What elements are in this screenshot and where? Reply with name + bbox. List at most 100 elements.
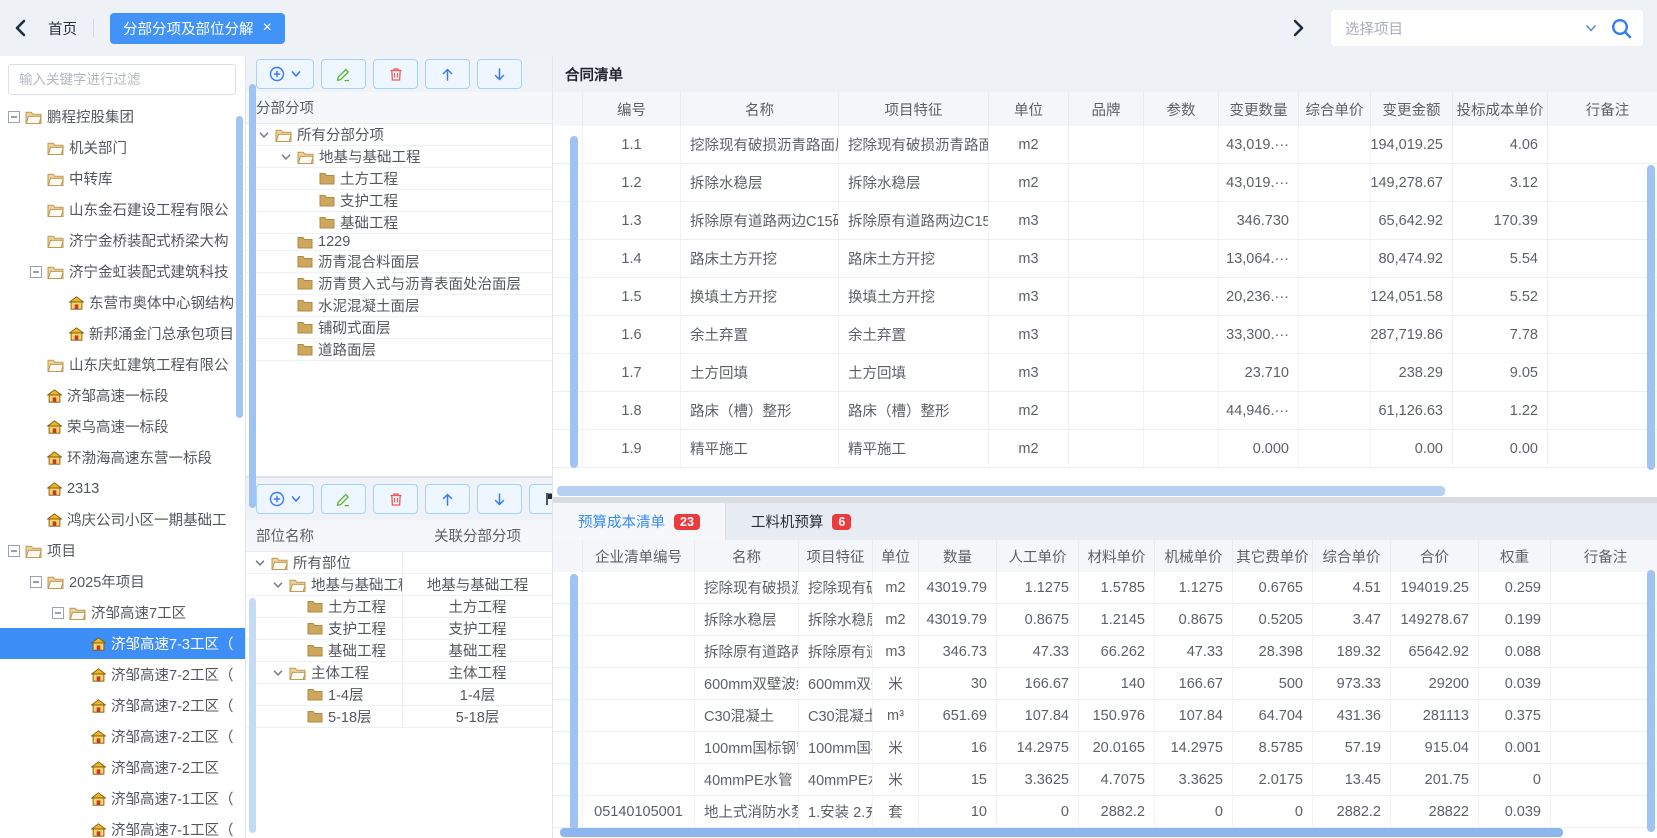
row-gutter-cell[interactable] (553, 668, 583, 699)
contract-cell[interactable] (1299, 278, 1371, 315)
budget-cell[interactable]: 0 (1155, 796, 1233, 827)
budget-cell[interactable]: 43019.79 (919, 604, 997, 635)
contract-cell[interactable]: m3 (989, 278, 1069, 315)
contract-row[interactable]: 1.7土方回填土方回填m323.710238.299.05 (553, 354, 1657, 392)
budget-cell[interactable]: 166.67 (1155, 668, 1233, 699)
move-down-button[interactable] (477, 59, 522, 89)
tree-item[interactable]: 东营市奥体中心钢结构 (0, 287, 245, 318)
breakdown-scrollbar[interactable] (249, 84, 256, 508)
tree-item[interactable]: 机关部门 (0, 132, 245, 163)
tree-item[interactable]: 2025年项目 (0, 566, 245, 597)
budget-cell[interactable]: 拆除水稳层 (695, 604, 799, 635)
budget-cell[interactable] (583, 604, 695, 635)
contract-cell[interactable]: 路床土方开挖 (681, 240, 839, 277)
row-gutter-cell[interactable] (553, 572, 583, 603)
contract-cell[interactable]: 0.000 (1219, 430, 1299, 467)
contract-cell[interactable]: 换填土方开挖 (839, 278, 989, 315)
budget-row[interactable]: 挖除现有破损沥青路面层挖除现有破损沥青路面层m243019.791.12751.… (553, 572, 1657, 604)
contract-cell[interactable]: 4.06 (1453, 126, 1548, 163)
budget-row[interactable]: 600mm双壁波纹管600mm双壁波纹管米30166.67140166.6750… (553, 668, 1657, 700)
contract-cell[interactable]: m3 (989, 240, 1069, 277)
position-row[interactable]: 5-18层5-18层 (246, 706, 552, 728)
tree-item[interactable]: 鸿庆公司小区一期基础工 (0, 504, 245, 535)
contract-cell[interactable] (1548, 316, 1657, 353)
budget-cell[interactable]: m³ (873, 700, 919, 731)
forward-icon[interactable] (1291, 19, 1305, 37)
row-gutter-cell[interactable] (553, 392, 583, 429)
position-name-cell[interactable]: 基础工程 (246, 640, 403, 661)
budget-cell[interactable] (583, 732, 695, 763)
contract-cell[interactable]: 149,278.67 (1371, 164, 1453, 201)
contract-cell[interactable]: 9.05 (1453, 354, 1548, 391)
contract-cell[interactable]: 287,719.86 (1371, 316, 1453, 353)
contract-cell[interactable] (1548, 126, 1657, 163)
tab-labor-material-budget[interactable]: 工料机预算 6 (725, 503, 876, 540)
budget-cell[interactable]: 米 (873, 668, 919, 699)
breakdown-tree-item[interactable]: 地基与基础工程 (246, 146, 552, 168)
tree-item[interactable]: 济邹高速一标段 (0, 380, 245, 411)
budget-cell[interactable]: 0.001 (1479, 732, 1551, 763)
contract-cell[interactable]: 拆除原有道路两边C15砼 (839, 202, 989, 239)
position-row[interactable]: 基础工程基础工程 (246, 640, 552, 662)
budget-cell[interactable]: 64.704 (1233, 700, 1313, 731)
caret-down-icon[interactable] (272, 667, 284, 679)
contract-row[interactable]: 1.3拆除原有道路两边C15砼拆除原有道路两边C15砼m3346.73065,6… (553, 202, 1657, 240)
budget-cell[interactable]: 431.36 (1313, 700, 1391, 731)
budget-cell[interactable]: 43019.79 (919, 572, 997, 603)
tree-item[interactable]: 项目 (0, 535, 245, 566)
contract-cell[interactable]: 3.12 (1453, 164, 1548, 201)
tree-item[interactable]: 济宁金桥装配式桥梁大构 (0, 225, 245, 256)
budget-cell[interactable]: 挖除现有破损沥青路面层 (799, 572, 873, 603)
budget-cell[interactable]: m2 (873, 572, 919, 603)
contract-horizontal-scrollbar[interactable] (557, 486, 1445, 496)
contract-cell[interactable] (1069, 430, 1144, 467)
breakdown-tree-item[interactable]: 沥青混合料面层 (246, 251, 552, 273)
budget-cell[interactable]: 149278.67 (1391, 604, 1479, 635)
linked-breakdown-cell[interactable]: 地基与基础工程 (403, 574, 552, 595)
budget-right-scrollbar[interactable] (1647, 570, 1655, 832)
position-row[interactable]: 主体工程主体工程 (246, 662, 552, 684)
budget-cell[interactable]: 201.75 (1391, 764, 1479, 795)
position-name-cell[interactable]: 支护工程 (246, 618, 403, 639)
budget-cell[interactable]: 0.8675 (997, 604, 1079, 635)
contract-cell[interactable]: 5.52 (1453, 278, 1548, 315)
contract-cell[interactable] (1548, 240, 1657, 277)
contract-cell[interactable]: 挖除现有破损沥青路面层 (681, 126, 839, 163)
tree-item[interactable]: 鹏程控股集团 (0, 101, 245, 132)
add-button[interactable] (256, 484, 314, 514)
contract-row[interactable]: 1.2拆除水稳层拆除水稳层m243,019.···149,278.673.12 (553, 164, 1657, 202)
breakdown-tree-item[interactable]: 所有分部分项 (246, 124, 552, 146)
budget-row[interactable]: 拆除原有道路两边C15砼拆除原有道路两边C15砼m3346.7347.3366.… (553, 636, 1657, 668)
budget-cell[interactable]: 20.0165 (1079, 732, 1155, 763)
caret-down-icon[interactable] (280, 151, 292, 163)
contract-cell[interactable] (1548, 164, 1657, 201)
contract-cell[interactable]: 拆除水稳层 (681, 164, 839, 201)
budget-cell[interactable] (583, 636, 695, 667)
budget-cell[interactable] (1551, 668, 1657, 699)
contract-cell[interactable]: 路床（槽）整形 (681, 392, 839, 429)
contract-cell[interactable] (1299, 202, 1371, 239)
budget-cell[interactable] (583, 572, 695, 603)
tree-item[interactable]: 山东庆虹建筑工程有限公 (0, 349, 245, 380)
position-row[interactable]: 1-4层1-4层 (246, 684, 552, 706)
breakdown-tree-item[interactable]: 沥青贯入式与沥青表面处治面层 (246, 273, 552, 295)
position-row[interactable]: 所有部位 (246, 552, 552, 574)
row-gutter-cell[interactable] (553, 202, 583, 239)
contract-cell[interactable] (1299, 430, 1371, 467)
budget-cell[interactable]: 281113 (1391, 700, 1479, 731)
budget-cell[interactable]: 2882.2 (1313, 796, 1391, 827)
contract-cell[interactable] (1144, 202, 1219, 239)
tree-item[interactable]: 济邹高速7-2工区（ (0, 659, 245, 690)
contract-cell[interactable]: 0.00 (1371, 430, 1453, 467)
position-row[interactable]: 地基与基础工程地基与基础工程 (246, 574, 552, 596)
breakdown-tree-item[interactable]: 水泥混凝土面层 (246, 295, 552, 317)
contract-cell[interactable] (1069, 240, 1144, 277)
contract-cell[interactable]: 1.9 (583, 430, 681, 467)
contract-cell[interactable]: 拆除水稳层 (839, 164, 989, 201)
contract-cell[interactable]: 挖除现有破损沥青路面层 (839, 126, 989, 163)
budget-cell[interactable]: 189.32 (1313, 636, 1391, 667)
budget-cell[interactable]: 2882.2 (1079, 796, 1155, 827)
contract-cell[interactable]: 5.54 (1453, 240, 1548, 277)
budget-cell[interactable]: 0 (1233, 796, 1313, 827)
tree-item[interactable]: 济邹高速7-1工区（ (0, 783, 245, 814)
